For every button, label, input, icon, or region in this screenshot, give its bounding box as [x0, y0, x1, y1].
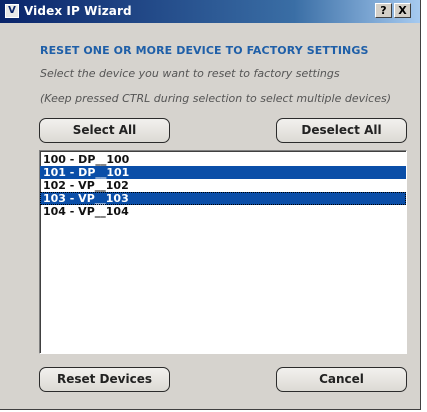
device-list-item[interactable]: 104 - VP__104: [40, 205, 406, 218]
cancel-button[interactable]: Cancel: [276, 367, 407, 392]
dialog-window: V Videx IP Wizard ? X RESET ONE OR MORE …: [0, 0, 421, 410]
instruction-hint: (Keep pressed CTRL during selection to s…: [40, 92, 391, 105]
device-list-item[interactable]: 102 - VP__102: [40, 179, 406, 192]
device-list[interactable]: 100 - DP__100 101 - DP__101 102 - VP__102 1…: [39, 150, 407, 354]
window-title: Videx IP Wizard: [24, 4, 132, 18]
title-bar[interactable]: V Videx IP Wizard ? X: [0, 0, 420, 23]
deselect-all-button[interactable]: Deselect All: [276, 118, 407, 143]
close-button[interactable]: X: [394, 3, 411, 18]
app-icon: V: [5, 4, 19, 18]
device-list-item[interactable]: 101 - DP__101: [40, 166, 406, 179]
page-title: RESET ONE OR MORE DEVICE TO FACTORY SETT…: [40, 44, 369, 57]
device-list-item[interactable]: 103 - VP__103: [40, 192, 406, 205]
device-list-item[interactable]: 100 - DP__100: [40, 153, 406, 166]
select-all-button[interactable]: Select All: [39, 118, 170, 143]
help-button[interactable]: ?: [375, 3, 392, 18]
reset-devices-button[interactable]: Reset Devices: [39, 367, 170, 392]
instruction-text: Select the device you want to reset to f…: [40, 67, 340, 80]
